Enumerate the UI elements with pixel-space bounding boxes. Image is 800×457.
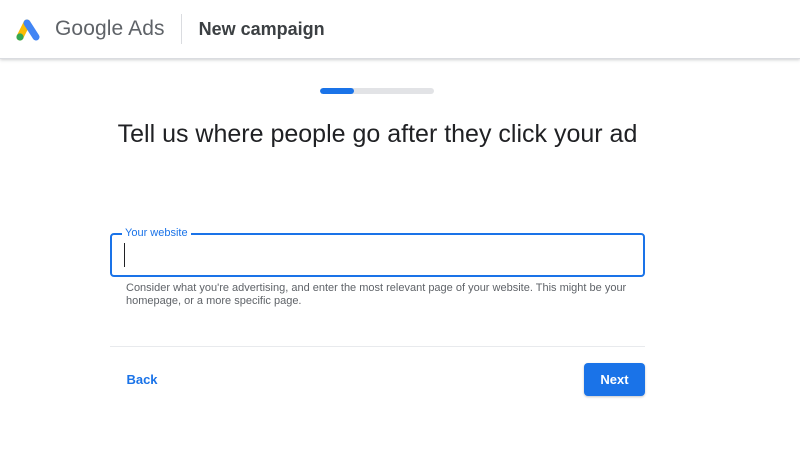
header-divider bbox=[180, 14, 182, 44]
product-name: Google Ads bbox=[55, 17, 165, 40]
campaign-progress-bar bbox=[320, 88, 434, 94]
website-field-label: Your website bbox=[122, 226, 191, 240]
step-headline: Tell us where people go after they click… bbox=[117, 120, 638, 148]
website-input[interactable] bbox=[124, 243, 632, 267]
progress-fill bbox=[320, 88, 355, 94]
back-button[interactable]: Back bbox=[116, 365, 168, 393]
footer-divider bbox=[110, 346, 645, 347]
website-field[interactable]: Your website bbox=[110, 226, 645, 277]
next-button[interactable]: Next bbox=[584, 363, 645, 396]
app-header: Google Ads New campaign bbox=[0, 0, 800, 59]
google-ads-logo-icon bbox=[16, 19, 40, 41]
website-helper-text: Consider what you're advertising, and en… bbox=[126, 282, 627, 307]
page-title: New campaign bbox=[198, 18, 325, 39]
google-ads-logo[interactable]: Google Ads bbox=[15, 16, 165, 42]
